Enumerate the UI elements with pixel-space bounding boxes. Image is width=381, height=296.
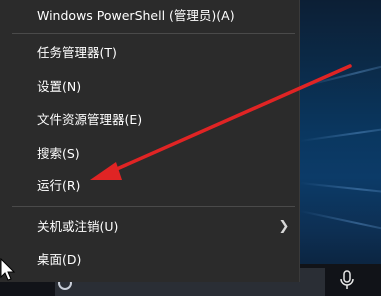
desktop-light-beam	[299, 123, 381, 142]
desktop-light-beam	[299, 56, 381, 88]
menu-item-label: Windows PowerShell (管理员)(A)	[37, 8, 235, 23]
desktop: Windows PowerShell (管理员)(A) 任务管理器(T) 设置(…	[0, 0, 381, 296]
menu-item-label: 任务管理器(T)	[37, 45, 117, 60]
menu-item-label: 文件资源管理器(E)	[37, 112, 143, 127]
menu-item-label: 设置(N)	[37, 79, 82, 94]
desktop-light-beam	[299, 210, 381, 237]
winx-context-menu: Windows PowerShell (管理员)(A) 任务管理器(T) 设置(…	[0, 0, 300, 282]
menu-separator	[12, 206, 295, 207]
mouse-pointer-icon	[0, 258, 16, 281]
chevron-right-icon: ❯	[278, 219, 290, 234]
menu-item-label: 运行(R)	[37, 178, 81, 193]
menu-separator	[12, 33, 295, 34]
menu-item-search[interactable]: 搜索(S)	[0, 138, 300, 170]
menu-item-task-manager[interactable]: 任务管理器(T)	[0, 37, 300, 69]
menu-item-desktop[interactable]: 桌面(D)	[0, 244, 300, 276]
microphone-icon[interactable]	[335, 268, 359, 292]
desktop-light-beam	[299, 182, 381, 197]
menu-item-file-explorer[interactable]: 文件资源管理器(E)	[0, 104, 300, 136]
menu-item-shutdown-signout[interactable]: 关机或注销(U) ❯	[0, 211, 300, 243]
menu-item-label: 桌面(D)	[37, 252, 82, 267]
menu-item-run[interactable]: 运行(R)	[0, 170, 300, 202]
menu-item-powershell-admin[interactable]: Windows PowerShell (管理员)(A)	[0, 0, 300, 32]
menu-item-label: 关机或注销(U)	[37, 219, 119, 234]
menu-item-label: 搜索(S)	[37, 146, 80, 161]
menu-item-settings[interactable]: 设置(N)	[0, 71, 300, 103]
